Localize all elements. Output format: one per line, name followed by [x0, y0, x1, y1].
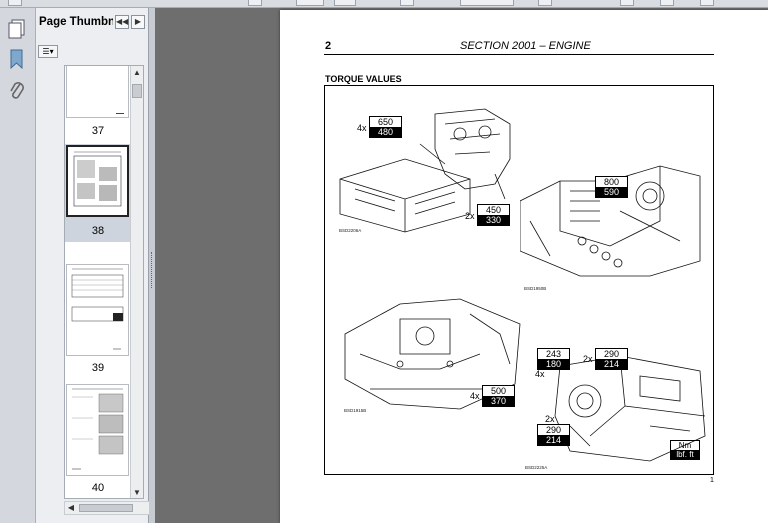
torque-callout: 243 180 [537, 348, 570, 370]
torque-multiplier: 4x [470, 391, 480, 401]
thumbnail-image [66, 264, 129, 356]
scrollbar-thumb[interactable] [79, 504, 133, 512]
torque-lbf: 180 [538, 359, 569, 369]
legend-lbf: lbf. ft [671, 450, 699, 459]
figure-panel: 4x 650 480 2x 450 330 BSD2206A 800 590 B… [324, 85, 714, 475]
page-heading: TORQUE VALUES [325, 74, 402, 84]
torque-callout: 450 330 [477, 204, 510, 226]
document-view[interactable]: 2 SECTION 2001 – ENGINE TORQUE VALUES 4x… [155, 8, 768, 523]
torque-multiplier: 2x [545, 414, 555, 424]
toolbar-button[interactable] [538, 0, 552, 6]
toolbar-button[interactable] [8, 0, 22, 6]
page-number: 2 [325, 40, 332, 52]
scroll-left-icon[interactable]: ◀ [65, 502, 77, 514]
figure-caption: BSD2206A [339, 228, 362, 233]
thumbnail-image [66, 145, 129, 217]
torque-nm: 243 [538, 349, 569, 359]
splitter-grip-icon[interactable] [151, 252, 153, 288]
torque-lbf: 214 [538, 435, 569, 445]
bookmark-icon[interactable] [7, 48, 27, 70]
torque-lbf: 370 [483, 396, 514, 406]
units-legend: Nm lbf. ft [670, 440, 700, 460]
page-number-field[interactable] [334, 0, 356, 6]
pages-icon[interactable] [7, 18, 27, 40]
section-title: SECTION 2001 – ENGINE [460, 40, 591, 52]
torque-multiplier: 2x [465, 211, 475, 221]
toolbar-button[interactable] [700, 0, 714, 6]
torque-lbf: 330 [478, 215, 509, 225]
thumbnail-horizontal-scrollbar[interactable]: ◀ ▶ [64, 501, 160, 515]
torque-lbf: 214 [596, 359, 627, 369]
thumbnail-image [66, 384, 129, 476]
thumbnail-label: 37 [91, 125, 105, 137]
toolbar-button[interactable] [620, 0, 634, 6]
figure-caption: BSD2225A [525, 465, 548, 470]
torque-nm: 650 [370, 117, 401, 127]
torque-nm: 800 [596, 177, 627, 187]
torque-nm: 290 [538, 425, 569, 435]
options-menu-button[interactable]: ☰▾ [38, 45, 58, 58]
toolbar-button[interactable] [660, 0, 674, 6]
thumbnail-label: 40 [91, 482, 105, 494]
zoom-field[interactable] [460, 0, 514, 6]
header-rule [324, 54, 714, 55]
figure-caption: BSD1950B [524, 286, 547, 291]
torque-nm: 500 [483, 386, 514, 396]
thumbnail-item-selected[interactable]: 38 [65, 144, 131, 242]
thumbnail-label: 38 [91, 225, 105, 237]
scroll-up-icon[interactable]: ▲ [131, 66, 143, 80]
thumbnail-image [66, 66, 129, 118]
thumbnail-label: 39 [91, 362, 105, 374]
torque-callout: 500 370 [482, 385, 515, 407]
collapse-panel-button[interactable]: ◀◀ [115, 15, 129, 29]
thumbnails-panel: Page Thumbna... ◀◀ ▶ ☰▾ 37 38 [36, 8, 160, 523]
thumbnail-vertical-scrollbar[interactable]: ▲ ▼ [130, 66, 143, 498]
torque-lbf: 590 [596, 187, 627, 197]
toolbar-button[interactable] [296, 0, 324, 6]
torque-multiplier: 4x [535, 369, 545, 379]
attachment-icon[interactable] [7, 80, 27, 102]
toolbar-button[interactable] [248, 0, 262, 6]
torque-nm: 450 [478, 205, 509, 215]
torque-multiplier: 2x [583, 354, 593, 364]
footer-page-number: 1 [710, 477, 714, 484]
torque-callout: 290 214 [537, 424, 570, 446]
torque-lbf: 480 [370, 127, 401, 137]
scrollbar-thumb[interactable] [132, 84, 142, 98]
torque-callout: 800 590 [595, 176, 628, 198]
toolbar-button[interactable] [400, 0, 414, 6]
document-page: 2 SECTION 2001 – ENGINE TORQUE VALUES 4x… [280, 10, 768, 523]
torque-nm: 290 [596, 349, 627, 359]
navigation-rail [0, 8, 36, 523]
torque-multiplier: 4x [357, 123, 367, 133]
toolbar [0, 0, 768, 8]
panel-title: Page Thumbna... [39, 16, 113, 28]
torque-callout: 290 214 [595, 348, 628, 370]
figure-caption: BSD1915B [344, 408, 367, 413]
thumbnail-list[interactable]: 37 38 39 40 ▲ ▼ [64, 65, 144, 499]
scroll-down-icon[interactable]: ▼ [131, 486, 143, 498]
torque-callout: 650 480 [369, 116, 402, 138]
legend-nm: Nm [678, 441, 692, 450]
next-panel-button[interactable]: ▶ [131, 15, 145, 29]
